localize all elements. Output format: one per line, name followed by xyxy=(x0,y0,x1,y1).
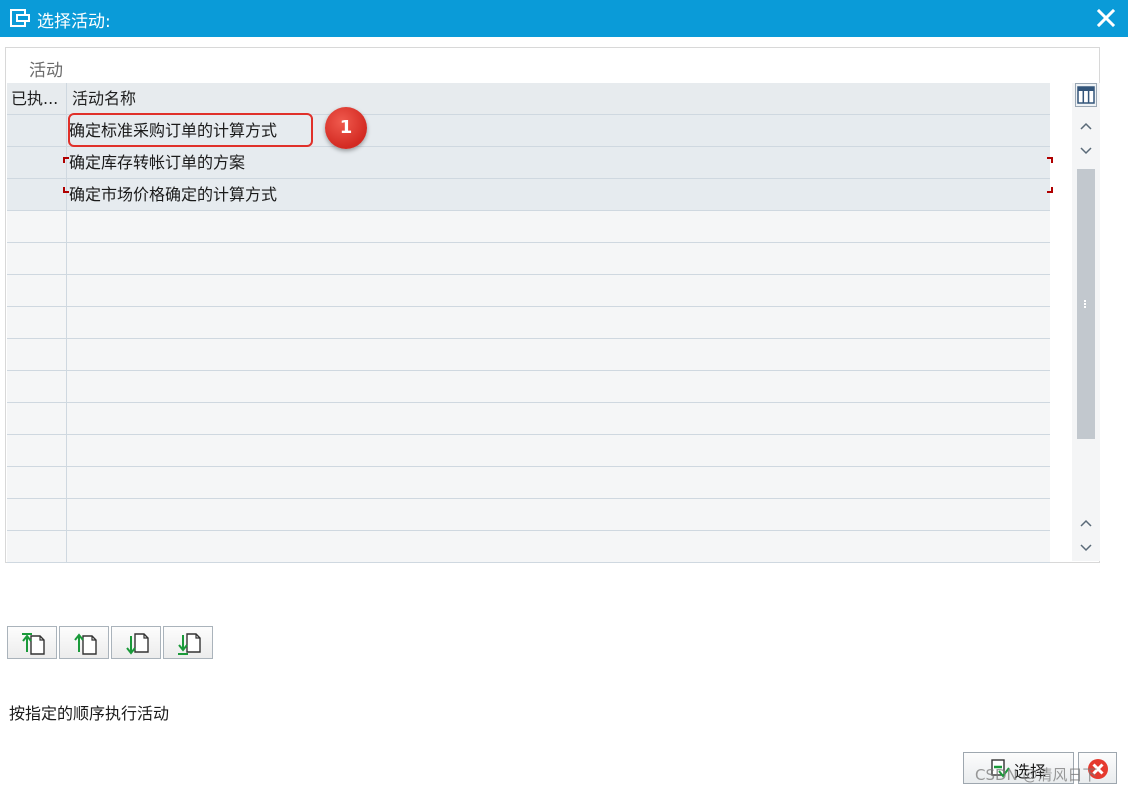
annotation-badge: 1 xyxy=(325,107,367,149)
column-header-activity-name[interactable]: 活动名称 xyxy=(68,83,1050,114)
move-to-top-icon xyxy=(22,633,45,655)
watermark: CSDN @清风日下 xyxy=(975,766,1098,784)
move-up-button[interactable] xyxy=(59,626,109,659)
selection-bracket xyxy=(1047,187,1053,193)
empty-row xyxy=(7,211,1050,243)
scroll-down-icon[interactable] xyxy=(1076,141,1096,161)
activity-name-cell[interactable]: 确定库存转帐订单的方案 xyxy=(68,147,1050,178)
table-row[interactable]: 确定市场价格确定的计算方式 xyxy=(7,179,1050,211)
empty-row xyxy=(7,339,1050,371)
scroll-up-icon[interactable] xyxy=(1076,116,1096,136)
empty-row xyxy=(7,467,1050,499)
empty-row xyxy=(7,531,1050,563)
move-down-button[interactable] xyxy=(111,626,161,659)
activities-frame: 活动 已执... 活动名称 确定标准采购订单的计算方式 确定库存转帐订单的方案 … xyxy=(5,47,1100,563)
window-title: 选择活动: xyxy=(37,12,111,32)
move-up-icon xyxy=(74,633,97,655)
empty-row xyxy=(7,499,1050,531)
scroll-thumb[interactable] xyxy=(1077,169,1095,439)
table-row[interactable]: 确定库存转帐订单的方案 xyxy=(7,147,1050,179)
group-label: 活动 xyxy=(29,61,63,81)
title-bar: 选择活动: xyxy=(0,0,1128,37)
move-to-bottom-button[interactable] xyxy=(163,626,213,659)
hint-text: 按指定的顺序执行活动 xyxy=(9,704,170,723)
vertical-scrollbar[interactable] xyxy=(1072,83,1100,561)
scroll-up-icon[interactable] xyxy=(1076,513,1096,533)
column-settings-icon[interactable] xyxy=(1075,83,1097,107)
row-selector[interactable] xyxy=(7,179,67,210)
selection-bracket xyxy=(63,157,69,163)
selection-bracket xyxy=(63,187,69,193)
close-icon[interactable] xyxy=(1094,6,1118,30)
empty-row xyxy=(7,275,1050,307)
empty-row xyxy=(7,371,1050,403)
empty-row xyxy=(7,435,1050,467)
table-header: 已执... 活动名称 xyxy=(7,83,1050,115)
move-to-top-button[interactable] xyxy=(7,626,57,659)
column-header-executed[interactable]: 已执... xyxy=(7,83,67,114)
scroll-down-icon[interactable] xyxy=(1076,538,1096,558)
empty-row xyxy=(7,403,1050,435)
selection-bracket xyxy=(1047,157,1053,163)
empty-row xyxy=(7,307,1050,339)
move-down-icon xyxy=(126,633,149,655)
table-row[interactable]: 确定标准采购订单的计算方式 xyxy=(7,115,1050,147)
activity-name-cell[interactable]: 确定标准采购订单的计算方式 xyxy=(68,115,1050,146)
window-icon xyxy=(10,9,30,27)
row-selector[interactable] xyxy=(7,115,67,146)
empty-row xyxy=(7,243,1050,275)
move-to-bottom-icon xyxy=(178,633,201,655)
row-selector[interactable] xyxy=(7,147,67,178)
activity-name-cell[interactable]: 确定市场价格确定的计算方式 xyxy=(68,179,1050,210)
